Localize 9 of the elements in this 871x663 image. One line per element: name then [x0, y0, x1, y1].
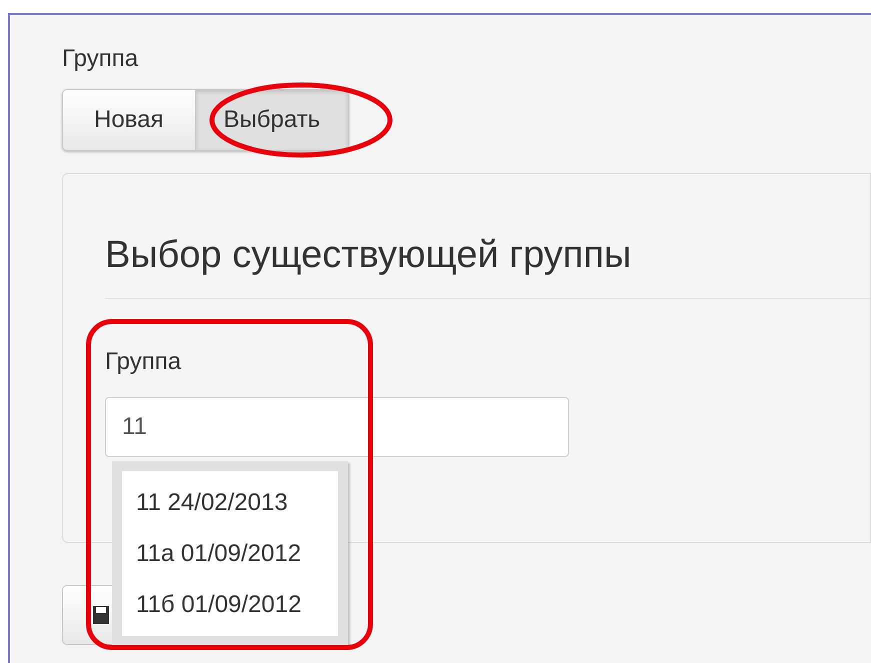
suggestion-item[interactable]: 11б 01/09/2012 — [136, 579, 302, 630]
suggestion-item[interactable]: 11 24/02/2013 — [136, 477, 288, 528]
group-label: Группа — [62, 44, 138, 74]
mode-button[interactable]: Новая — [62, 89, 196, 151]
suggestion-item[interactable]: 11a 01/09/2012 — [136, 528, 302, 579]
field-label: Группа — [105, 347, 182, 377]
mode-button[interactable]: Выбрать — [194, 89, 350, 151]
group-input[interactable]: 11 — [105, 397, 569, 457]
panel-title: Выбор существующей группы — [105, 233, 632, 278]
